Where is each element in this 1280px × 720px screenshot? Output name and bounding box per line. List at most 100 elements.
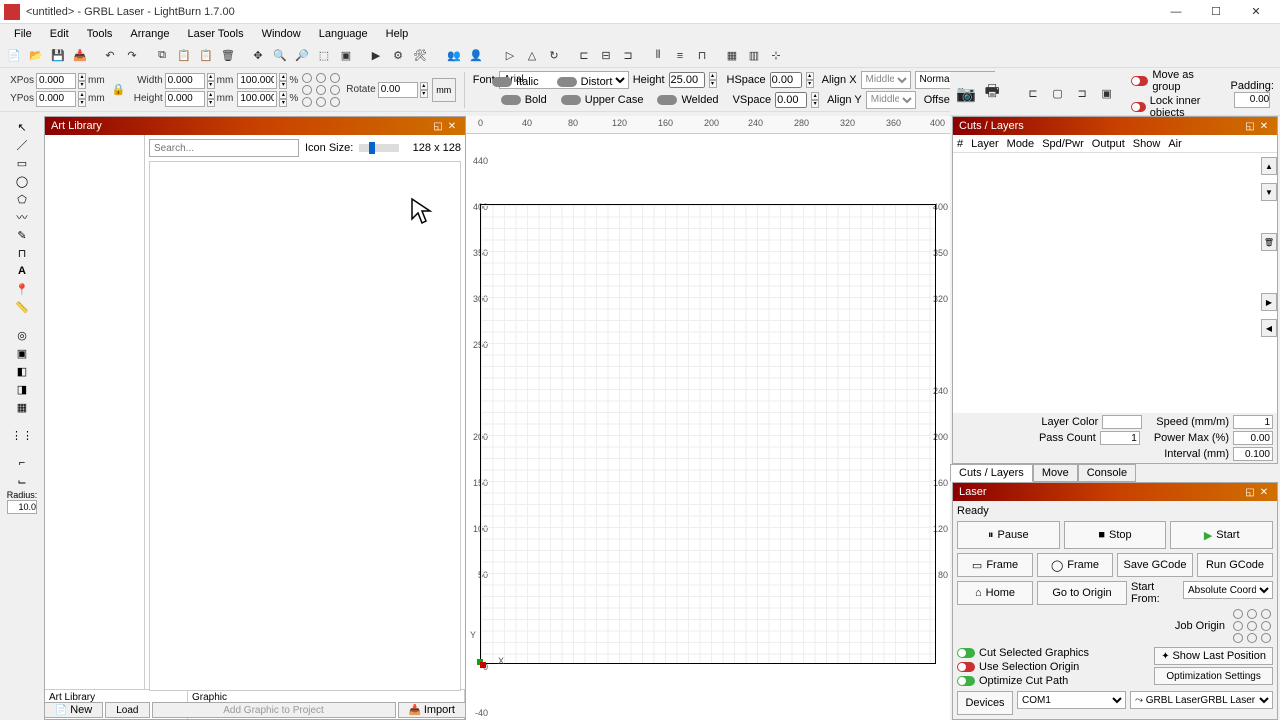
align-t-icon[interactable]: ⊓ [692, 46, 712, 66]
rungcode-button[interactable]: Run GCode [1197, 553, 1273, 577]
vspace-input[interactable] [775, 92, 807, 108]
artlib-dock-icon[interactable]: ◱ [431, 119, 445, 133]
artlib-close-icon[interactable]: ✕ [445, 119, 459, 133]
work-area[interactable] [480, 204, 936, 664]
hspace-input[interactable] [770, 72, 802, 88]
offset-icon[interactable]: ◎ [12, 326, 32, 344]
menu-lasertools[interactable]: Laser Tools [180, 26, 252, 42]
powermax-input[interactable] [1233, 431, 1273, 445]
zoomin-icon[interactable]: 🔍 [270, 46, 290, 66]
interval-input[interactable] [1233, 447, 1273, 461]
settings-icon[interactable]: ⚙ [388, 46, 408, 66]
startfrom-select[interactable]: Absolute Coords [1183, 581, 1273, 599]
machine-select[interactable]: ⤳ GRBL LaserGRBL Laser [1130, 691, 1273, 709]
redo-icon[interactable]: ↷ [122, 46, 142, 66]
xpos-input[interactable] [36, 73, 76, 89]
close-button[interactable]: ✕ [1236, 1, 1276, 23]
laser-close-icon[interactable]: ✕ [1257, 485, 1271, 499]
laser-dock-icon[interactable]: ◱ [1243, 485, 1257, 499]
bezier-tool-icon[interactable]: 〰 [12, 208, 32, 226]
showlast-button[interactable]: ✦ Show Last Position [1154, 647, 1273, 665]
frame-circ-button[interactable]: ◯Frame [1037, 553, 1113, 577]
ypos-input[interactable] [36, 91, 76, 107]
layer-delete-icon[interactable]: 🗑 [1261, 233, 1277, 251]
aligny-select[interactable]: Middle [866, 91, 916, 109]
bool2-icon[interactable]: ◨ [12, 380, 32, 398]
scalew-input[interactable] [237, 73, 277, 89]
import-icon[interactable]: 📥 [70, 46, 90, 66]
scaleh-input[interactable] [237, 91, 277, 107]
artlib-search-input[interactable] [149, 139, 299, 157]
paste2-icon[interactable]: 📋 [196, 46, 216, 66]
rect-tool-icon[interactable]: ▭ [12, 154, 32, 172]
weld-icon[interactable]: ▣ [12, 344, 32, 362]
rotate-input[interactable] [378, 82, 418, 98]
artlib-import-button[interactable]: 📥 Import [398, 702, 466, 718]
anchor-grid[interactable] [302, 73, 342, 107]
welded-toggle[interactable] [657, 95, 677, 105]
measure-icon[interactable]: 📏 [12, 298, 32, 316]
joborigin-grid[interactable] [1233, 609, 1273, 643]
arrange2-icon[interactable]: ▥ [744, 46, 764, 66]
array-icon[interactable]: ▦ [12, 398, 32, 416]
zoomout-icon[interactable]: 🔎 [292, 46, 312, 66]
menu-help[interactable]: Help [378, 26, 417, 42]
savegcode-button[interactable]: Save GCode [1117, 553, 1193, 577]
pan-icon[interactable]: ✥ [248, 46, 268, 66]
align-obj2-icon[interactable]: ▢ [1049, 84, 1066, 104]
start-button[interactable]: ▶Start [1170, 521, 1273, 549]
width-input[interactable] [165, 73, 205, 89]
comport-select[interactable]: COM1 [1017, 691, 1126, 709]
layer-down-icon[interactable]: ▼ [1261, 183, 1277, 201]
layer-up-icon[interactable]: ▲ [1261, 157, 1277, 175]
bool-icon[interactable]: ◧ [12, 362, 32, 380]
layercolor-swatch[interactable] [1102, 415, 1142, 429]
edit-nodes-icon[interactable]: ✎ [12, 226, 32, 244]
polygon-tool-icon[interactable]: ⬠ [12, 190, 32, 208]
artlib-new-button[interactable]: 📄 New [44, 702, 103, 718]
home-button[interactable]: ⌂Home [957, 581, 1033, 605]
optcut-toggle[interactable] [957, 676, 975, 686]
canvas-area[interactable]: 0 40 80 120 160 200 240 280 320 360 400 … [466, 116, 950, 720]
unit-button[interactable]: mm [432, 78, 456, 102]
save-icon[interactable]: 💾 [48, 46, 68, 66]
tab-move[interactable]: Move [1033, 464, 1078, 482]
align-r-icon[interactable]: ⊐ [618, 46, 638, 66]
radius-input[interactable] [7, 500, 37, 514]
cuts-dock-icon[interactable]: ◱ [1243, 119, 1257, 133]
open-icon[interactable]: 📂 [26, 46, 46, 66]
goorigin-button[interactable]: Go to Origin [1037, 581, 1127, 605]
optset-button[interactable]: Optimization Settings [1154, 667, 1273, 685]
tab-tool-icon[interactable]: ⊓ [12, 244, 32, 262]
grid-icon[interactable]: ⋮⋮ [12, 426, 32, 444]
new-icon[interactable]: 📄 [4, 46, 24, 66]
arrange3-icon[interactable]: ⊹ [766, 46, 786, 66]
movegroup-toggle[interactable] [1131, 76, 1148, 86]
delete-icon[interactable]: 🗑 [218, 46, 238, 66]
upper-toggle[interactable] [561, 95, 581, 105]
align-obj3-icon[interactable]: ⊐ [1074, 84, 1091, 104]
preview-icon[interactable]: ▶ [366, 46, 386, 66]
draw-line-icon[interactable]: ／ [12, 136, 32, 154]
bold-toggle[interactable] [501, 95, 521, 105]
iconsize-slider[interactable] [359, 144, 399, 152]
alignx-select[interactable]: Middle [861, 71, 911, 89]
align-obj4-icon[interactable]: ▣ [1098, 84, 1115, 104]
tab-console[interactable]: Console [1078, 464, 1136, 482]
zoomfit-icon[interactable]: ⬚ [314, 46, 334, 66]
fontheight-input[interactable] [669, 72, 705, 88]
layer-left-icon[interactable]: ◀ [1261, 319, 1277, 337]
group-icon[interactable]: 👥 [444, 46, 464, 66]
devices-button[interactable]: Devices [957, 691, 1013, 715]
devicesettings-icon[interactable]: 🛠 [410, 46, 430, 66]
lock-icon[interactable]: 🔒 [109, 80, 129, 100]
italic-toggle[interactable] [492, 77, 512, 87]
print-icon[interactable]: 🖶 [984, 84, 1001, 104]
paste-icon[interactable]: 📋 [174, 46, 194, 66]
radius-out-icon[interactable]: ⌙ [12, 472, 32, 490]
passcount-input[interactable] [1100, 431, 1140, 445]
cuts-list[interactable]: ▲ ▼ 🗑 ▶ ◀ [953, 153, 1277, 413]
arrange1-icon[interactable]: ▦ [722, 46, 742, 66]
stop-button[interactable]: ■Stop [1064, 521, 1167, 549]
select-tool-icon[interactable]: ↖ [12, 118, 32, 136]
